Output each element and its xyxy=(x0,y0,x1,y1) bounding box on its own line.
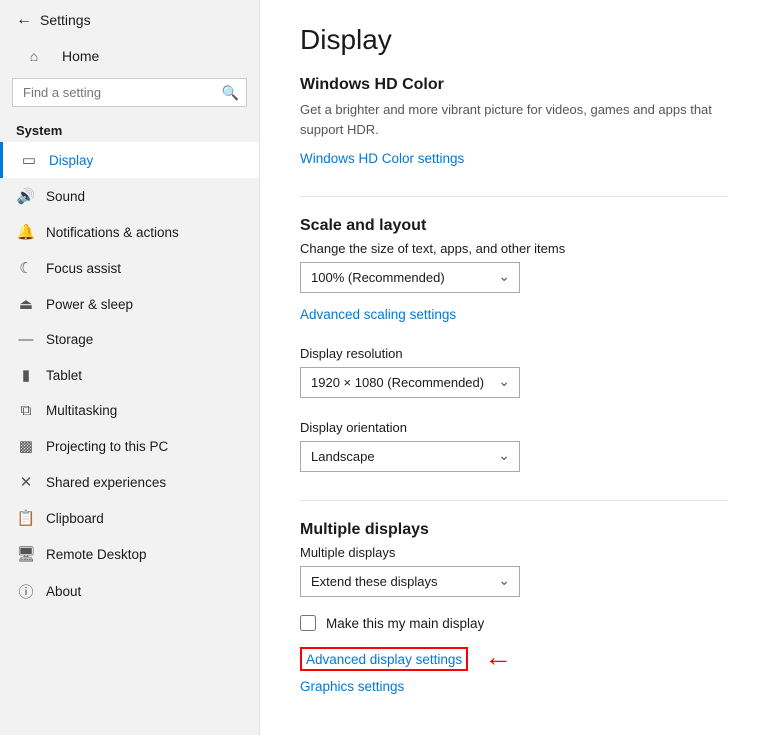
sidebar-item-label: About xyxy=(46,584,81,599)
multiple-displays-heading: Multiple displays xyxy=(300,521,728,539)
power-icon: ⏏ xyxy=(16,295,36,313)
search-box: 🔍 xyxy=(12,78,247,107)
sidebar-item-label: Clipboard xyxy=(46,511,104,526)
sidebar-item-label: Projecting to this PC xyxy=(46,439,168,454)
advanced-display-row: Advanced display settings ← xyxy=(300,643,728,671)
sidebar-item-label: Display xyxy=(49,153,93,168)
home-icon: ⌂ xyxy=(24,48,44,64)
sidebar-item-about[interactable]: ⓘ About xyxy=(0,572,259,611)
sidebar-item-label: Storage xyxy=(46,332,93,347)
orientation-select-container: Landscape Portrait Landscape (flipped) P… xyxy=(300,441,520,472)
sidebar-item-label: Power & sleep xyxy=(46,297,133,312)
projecting-icon: ▩ xyxy=(16,437,36,455)
sidebar-item-display[interactable]: ▭ Display xyxy=(0,142,259,178)
sidebar-item-shared[interactable]: ✕ Shared experiences xyxy=(0,464,259,500)
multiple-displays-select[interactable]: Extend these displays Duplicate these di… xyxy=(300,566,520,597)
change-size-label: Change the size of text, apps, and other… xyxy=(300,241,728,256)
system-section-label: System xyxy=(0,113,259,142)
clipboard-icon: 📋 xyxy=(16,509,36,527)
sidebar-item-home[interactable]: ⌂ Home xyxy=(0,40,259,72)
sidebar-item-focus[interactable]: ☾ Focus assist xyxy=(0,250,259,286)
scale-layout-heading: Scale and layout xyxy=(300,217,728,235)
shared-icon: ✕ xyxy=(16,473,36,491)
sidebar-item-label: Multitasking xyxy=(46,403,117,418)
divider-2 xyxy=(300,500,728,501)
hd-color-link[interactable]: Windows HD Color settings xyxy=(300,151,464,166)
graphics-link[interactable]: Graphics settings xyxy=(300,679,404,694)
advanced-display-link-box: Advanced display settings xyxy=(300,647,468,671)
main-display-checkbox[interactable] xyxy=(300,615,316,631)
sidebar-item-clipboard[interactable]: 📋 Clipboard xyxy=(0,500,259,536)
back-button[interactable]: ← xyxy=(16,11,32,29)
sidebar-item-label: Remote Desktop xyxy=(46,547,147,562)
scale-select[interactable]: 100% (Recommended) 125% 150% 175% xyxy=(300,262,520,293)
notifications-icon: 🔔 xyxy=(16,223,36,241)
orientation-select[interactable]: Landscape Portrait Landscape (flipped) P… xyxy=(300,441,520,472)
about-icon: ⓘ xyxy=(16,581,36,602)
divider-1 xyxy=(300,196,728,197)
sidebar-item-tablet[interactable]: ▮ Tablet xyxy=(0,357,259,393)
home-label: Home xyxy=(62,48,99,64)
resolution-label: Display resolution xyxy=(300,346,728,361)
multiple-displays-label: Multiple displays xyxy=(300,545,728,560)
resolution-select-container: 1920 × 1080 (Recommended) 1280 × 720 102… xyxy=(300,367,520,398)
resolution-select[interactable]: 1920 × 1080 (Recommended) 1280 × 720 102… xyxy=(300,367,520,398)
scale-select-container: 100% (Recommended) 125% 150% 175% xyxy=(300,262,520,293)
multiple-displays-select-container: Extend these displays Duplicate these di… xyxy=(300,566,520,597)
tablet-icon: ▮ xyxy=(16,366,36,384)
search-input[interactable] xyxy=(12,78,247,107)
advanced-display-link[interactable]: Advanced display settings xyxy=(306,652,462,667)
sidebar-item-label: Focus assist xyxy=(46,261,121,276)
search-icon: 🔍 xyxy=(222,84,239,101)
main-display-checkbox-row: Make this my main display xyxy=(300,615,728,631)
main-display-checkbox-label[interactable]: Make this my main display xyxy=(326,616,484,631)
sidebar-item-label: Tablet xyxy=(46,368,82,383)
sound-icon: 🔊 xyxy=(16,187,36,205)
advanced-scaling-link[interactable]: Advanced scaling settings xyxy=(300,307,456,322)
orientation-label: Display orientation xyxy=(300,420,728,435)
sidebar-item-label: Shared experiences xyxy=(46,475,166,490)
sidebar-item-power[interactable]: ⏏ Power & sleep xyxy=(0,286,259,322)
page-title: Display xyxy=(300,24,728,56)
sidebar-item-sound[interactable]: 🔊 Sound xyxy=(0,178,259,214)
sidebar-header: ← Settings xyxy=(0,0,259,40)
main-content: Display Windows HD Color Get a brighter … xyxy=(260,0,768,735)
remote-icon: 🖥 xyxy=(16,545,36,563)
sidebar: ← Settings ⌂ Home 🔍 System ▭ Display 🔊 S… xyxy=(0,0,260,735)
sidebar-item-storage[interactable]: ― Storage xyxy=(0,322,259,357)
red-arrow-icon: ← xyxy=(484,643,512,671)
sidebar-item-label: Sound xyxy=(46,189,85,204)
storage-icon: ― xyxy=(16,331,36,348)
sidebar-item-remote[interactable]: 🖥 Remote Desktop xyxy=(0,536,259,572)
sidebar-item-projecting[interactable]: ▩ Projecting to this PC xyxy=(0,428,259,464)
sidebar-item-multitasking[interactable]: ⧉ Multitasking xyxy=(0,393,259,428)
sidebar-header-title: Settings xyxy=(40,12,91,28)
hd-color-heading: Windows HD Color xyxy=(300,76,728,94)
multitasking-icon: ⧉ xyxy=(16,402,36,419)
focus-icon: ☾ xyxy=(16,259,36,277)
sidebar-item-label: Notifications & actions xyxy=(46,225,179,240)
sidebar-item-notifications[interactable]: 🔔 Notifications & actions xyxy=(0,214,259,250)
display-icon: ▭ xyxy=(19,151,39,169)
hd-color-desc: Get a brighter and more vibrant picture … xyxy=(300,100,728,139)
